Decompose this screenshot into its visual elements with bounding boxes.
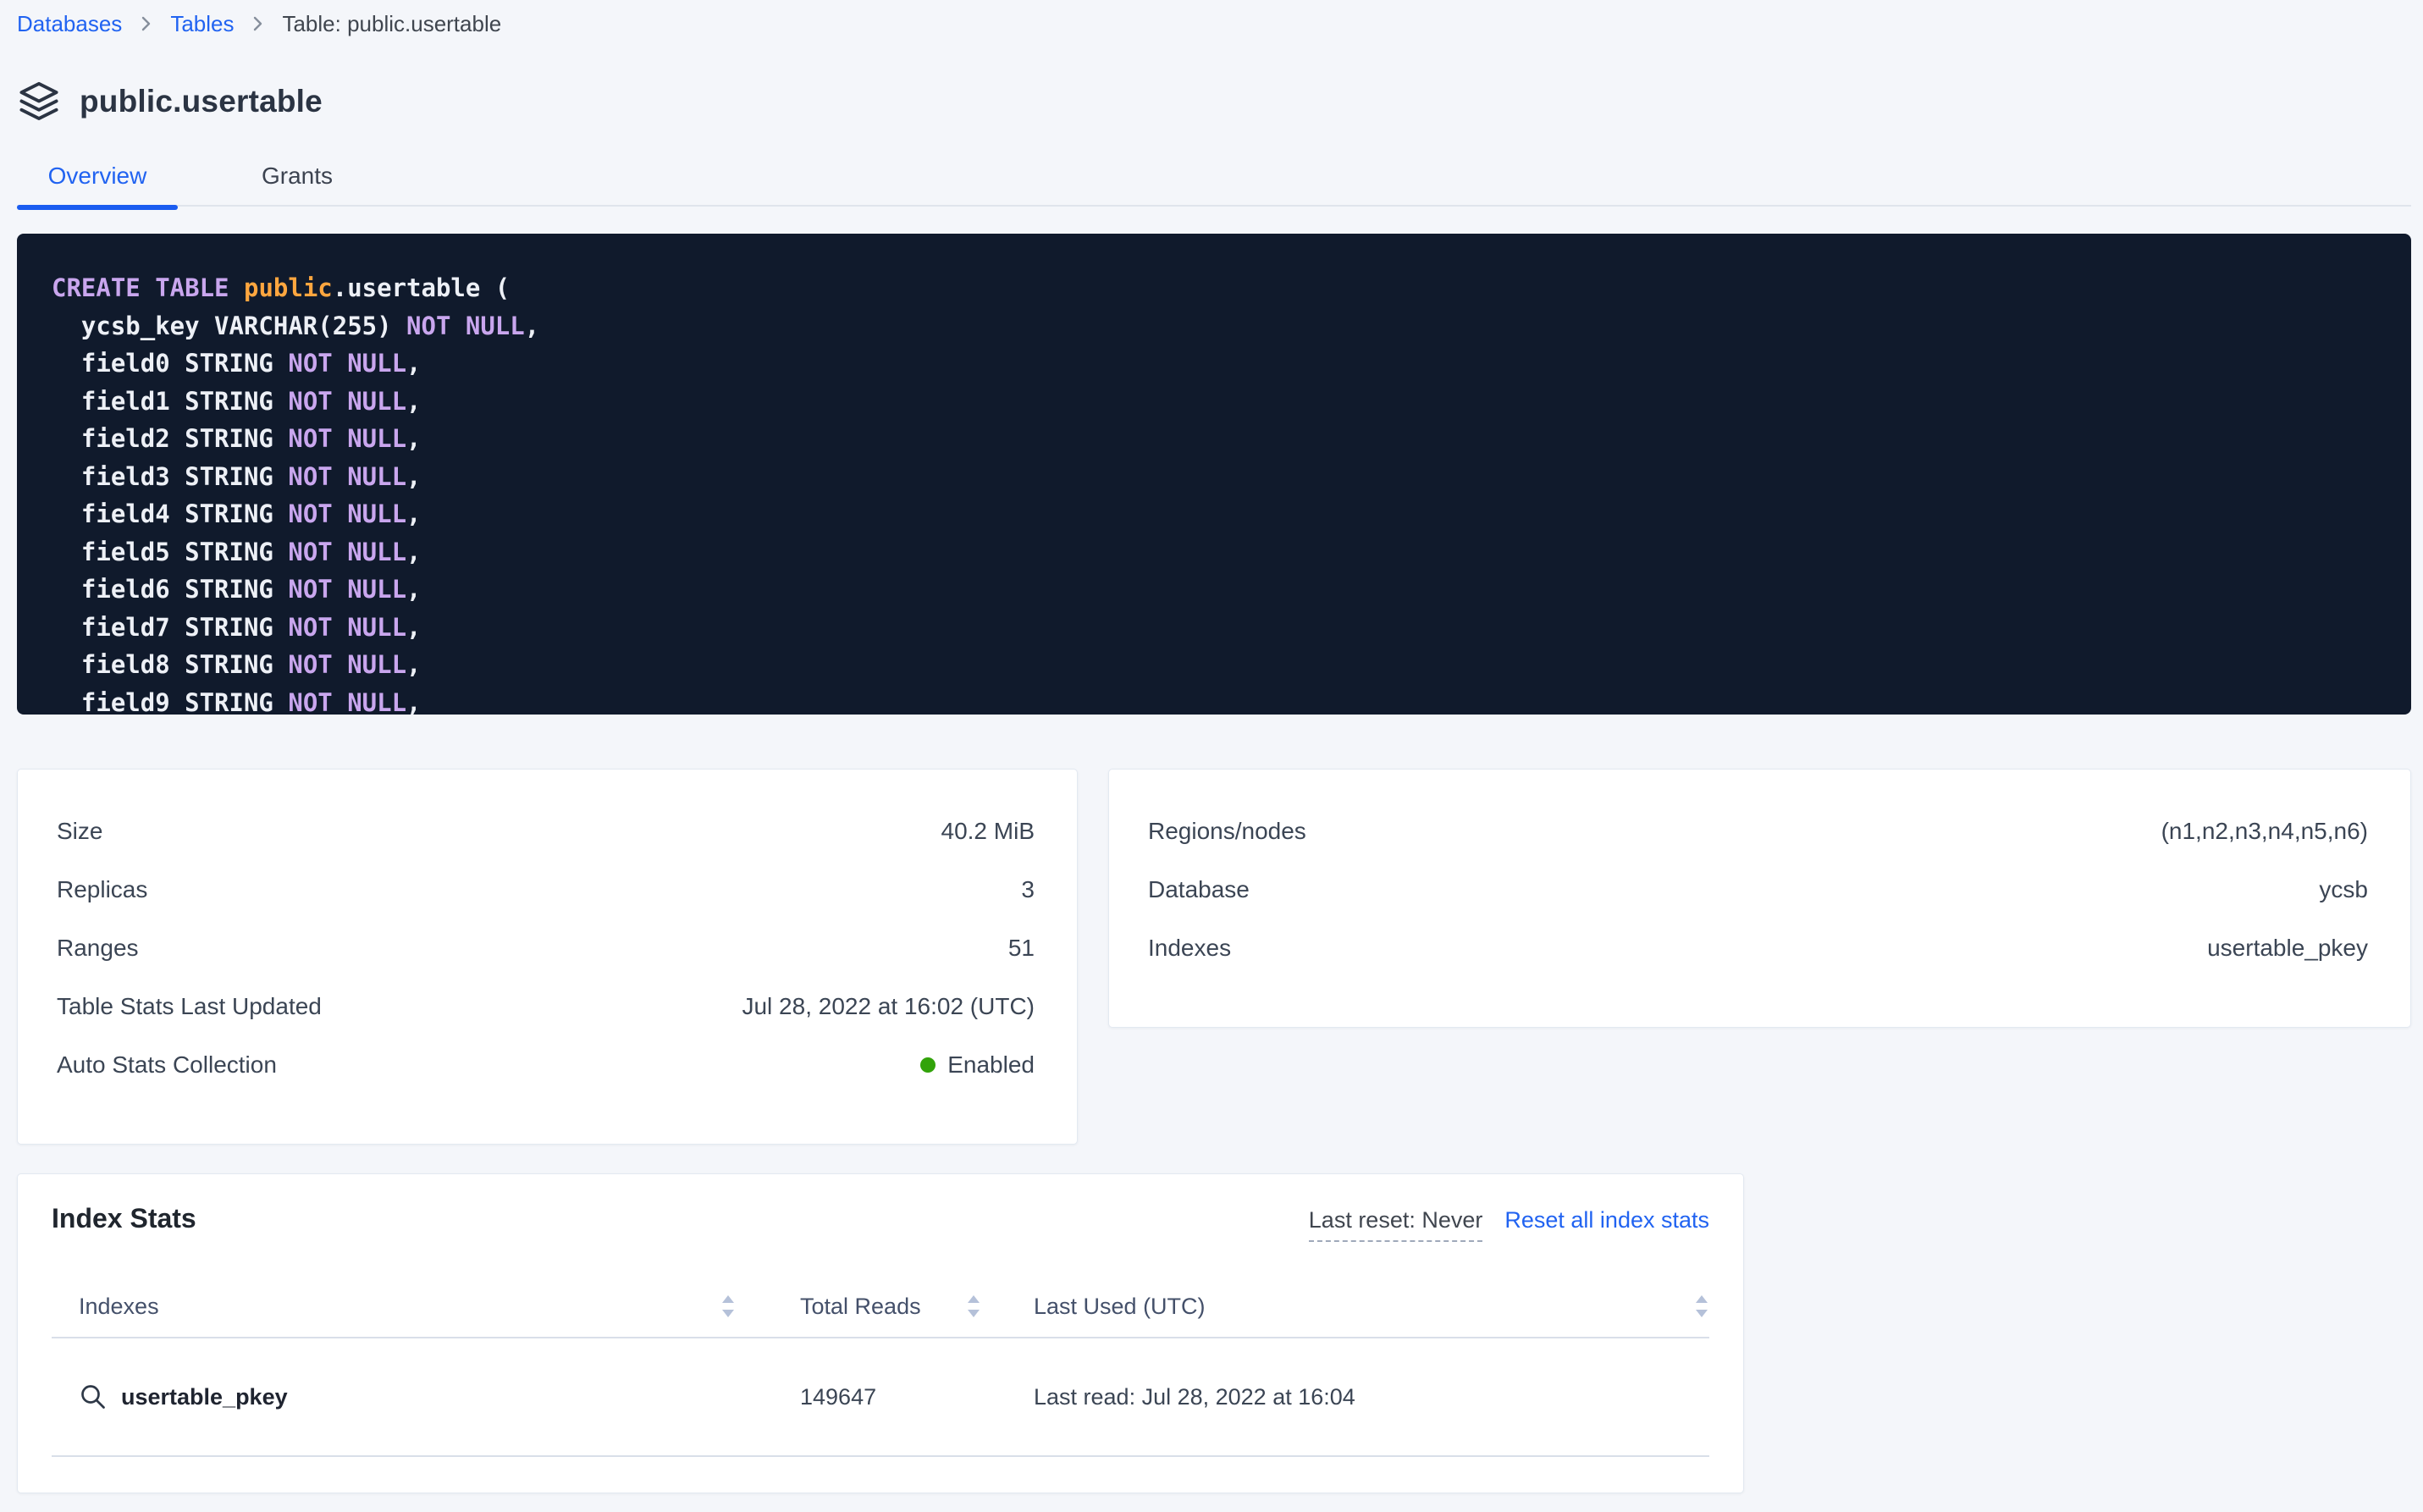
tab-bar: Overview Grants xyxy=(17,159,2411,207)
table-location-card: Regions/nodes (n1,n2,n3,n4,n5,n6) Databa… xyxy=(1108,769,2411,1028)
tab-overview-label: Overview xyxy=(48,163,147,189)
code-line: field7 STRING NOT NULL, xyxy=(52,609,2377,647)
detail-row-ranges: Ranges 51 xyxy=(57,919,1035,977)
index-name-link[interactable]: usertable_pkey xyxy=(121,1384,288,1410)
chevron-right-icon xyxy=(141,14,152,33)
detail-row-auto-stats: Auto Stats Collection Enabled xyxy=(57,1035,1035,1094)
column-label: Last Used (UTC) xyxy=(1034,1294,1206,1320)
sort-icon[interactable] xyxy=(1694,1294,1709,1319)
detail-value: usertable_pkey xyxy=(2207,935,2368,962)
column-header-total-reads[interactable]: Total Reads xyxy=(746,1276,991,1337)
detail-row-size: Size 40.2 MiB xyxy=(57,802,1035,860)
sort-icon[interactable] xyxy=(720,1294,736,1319)
index-stats-card: Index Stats Last reset: Never Reset all … xyxy=(17,1173,1744,1493)
column-label: Total Reads xyxy=(800,1294,921,1320)
detail-value: 51 xyxy=(1008,935,1035,962)
last-reset-info[interactable]: Last reset: Never xyxy=(1309,1207,1483,1242)
code-line: field0 STRING NOT NULL, xyxy=(52,345,2377,383)
detail-row-regions: Regions/nodes (n1,n2,n3,n4,n5,n6) xyxy=(1148,802,2368,860)
breadcrumb-link-tables[interactable]: Tables xyxy=(170,11,234,37)
last-used-value: Last read: Jul 28, 2022 at 16:04 xyxy=(1034,1384,1355,1410)
page-title: public.usertable xyxy=(80,84,323,119)
status-enabled-dot xyxy=(920,1057,936,1073)
layers-icon xyxy=(17,80,61,124)
code-line: field4 STRING NOT NULL, xyxy=(52,495,2377,533)
detail-row-database: Database ycsb xyxy=(1148,860,2368,919)
detail-label: Table Stats Last Updated xyxy=(57,993,322,1020)
tab-grants-label: Grants xyxy=(262,163,333,189)
detail-label: Ranges xyxy=(57,935,139,962)
code-line: field8 STRING NOT NULL, xyxy=(52,646,2377,684)
code-line: field1 STRING NOT NULL, xyxy=(52,383,2377,421)
detail-label: Auto Stats Collection xyxy=(57,1051,277,1079)
last-used-cell: Last read: Jul 28, 2022 at 16:04 xyxy=(991,1338,1709,1455)
detail-row-stats-updated: Table Stats Last Updated Jul 28, 2022 at… xyxy=(57,977,1035,1035)
index-table-header: Indexes Total Reads Last Used (UTC) xyxy=(52,1276,1709,1338)
tab-overview[interactable]: Overview xyxy=(17,159,178,193)
detail-value: 3 xyxy=(1021,876,1035,903)
detail-value: (n1,n2,n3,n4,n5,n6) xyxy=(2161,818,2368,845)
index-table-row: usertable_pkey 149647 Last read: Jul 28,… xyxy=(52,1338,1709,1457)
detail-row-indexes: Indexes usertable_pkey xyxy=(1148,919,2368,977)
tab-grants[interactable]: Grants xyxy=(235,159,359,193)
detail-label: Size xyxy=(57,818,102,845)
search-icon xyxy=(79,1382,108,1411)
code-line: field3 STRING NOT NULL, xyxy=(52,458,2377,496)
code-line: ycsb_key VARCHAR(255) NOT NULL, xyxy=(52,307,2377,345)
breadcrumb: Databases Tables Table: public.usertable xyxy=(17,8,2411,39)
column-label: Indexes xyxy=(79,1294,159,1320)
details-section: Size 40.2 MiB Replicas 3 Ranges 51 Table… xyxy=(17,769,2411,1145)
active-tab-underline xyxy=(17,205,178,210)
code-line: field6 STRING NOT NULL, xyxy=(52,571,2377,609)
code-line: field9 STRING NOT NULL, xyxy=(52,684,2377,715)
detail-label: Indexes xyxy=(1148,935,1231,962)
status-label: Enabled xyxy=(947,1051,1035,1079)
page-header: public.usertable xyxy=(17,80,2411,124)
status-value: Enabled xyxy=(920,1051,1035,1079)
index-stats-title: Index Stats xyxy=(52,1203,196,1234)
code-line: field2 STRING NOT NULL, xyxy=(52,420,2377,458)
breadcrumb-link-databases[interactable]: Databases xyxy=(17,11,122,37)
code-line: CREATE TABLE public.usertable ( xyxy=(52,269,2377,307)
detail-value: ycsb xyxy=(2319,876,2368,903)
table-details-page: Databases Tables Table: public.usertable… xyxy=(0,0,2423,1512)
code-line: field5 STRING NOT NULL, xyxy=(52,533,2377,571)
column-header-indexes[interactable]: Indexes xyxy=(52,1276,746,1337)
detail-row-replicas: Replicas 3 xyxy=(57,860,1035,919)
column-header-last-used[interactable]: Last Used (UTC) xyxy=(991,1276,1709,1337)
detail-value: 40.2 MiB xyxy=(941,818,1035,845)
detail-label: Replicas xyxy=(57,876,147,903)
detail-label: Database xyxy=(1148,876,1250,903)
total-reads-cell: 149647 xyxy=(746,1338,991,1455)
total-reads-value: 149647 xyxy=(800,1384,876,1410)
breadcrumb-current: Table: public.usertable xyxy=(282,11,501,37)
detail-value: Jul 28, 2022 at 16:02 (UTC) xyxy=(742,993,1035,1020)
index-stats-controls: Last reset: Never Reset all index stats xyxy=(1309,1207,1709,1242)
table-details-card: Size 40.2 MiB Replicas 3 Ranges 51 Table… xyxy=(17,769,1078,1145)
detail-label: Regions/nodes xyxy=(1148,818,1306,845)
create-table-statement: CREATE TABLE public.usertable ( ycsb_key… xyxy=(17,234,2411,715)
reset-index-stats-link[interactable]: Reset all index stats xyxy=(1504,1207,1709,1233)
index-name-cell: usertable_pkey xyxy=(52,1338,746,1455)
chevron-right-icon xyxy=(252,14,263,33)
sort-icon[interactable] xyxy=(966,1294,981,1319)
index-stats-header: Index Stats Last reset: Never Reset all … xyxy=(52,1203,1709,1242)
